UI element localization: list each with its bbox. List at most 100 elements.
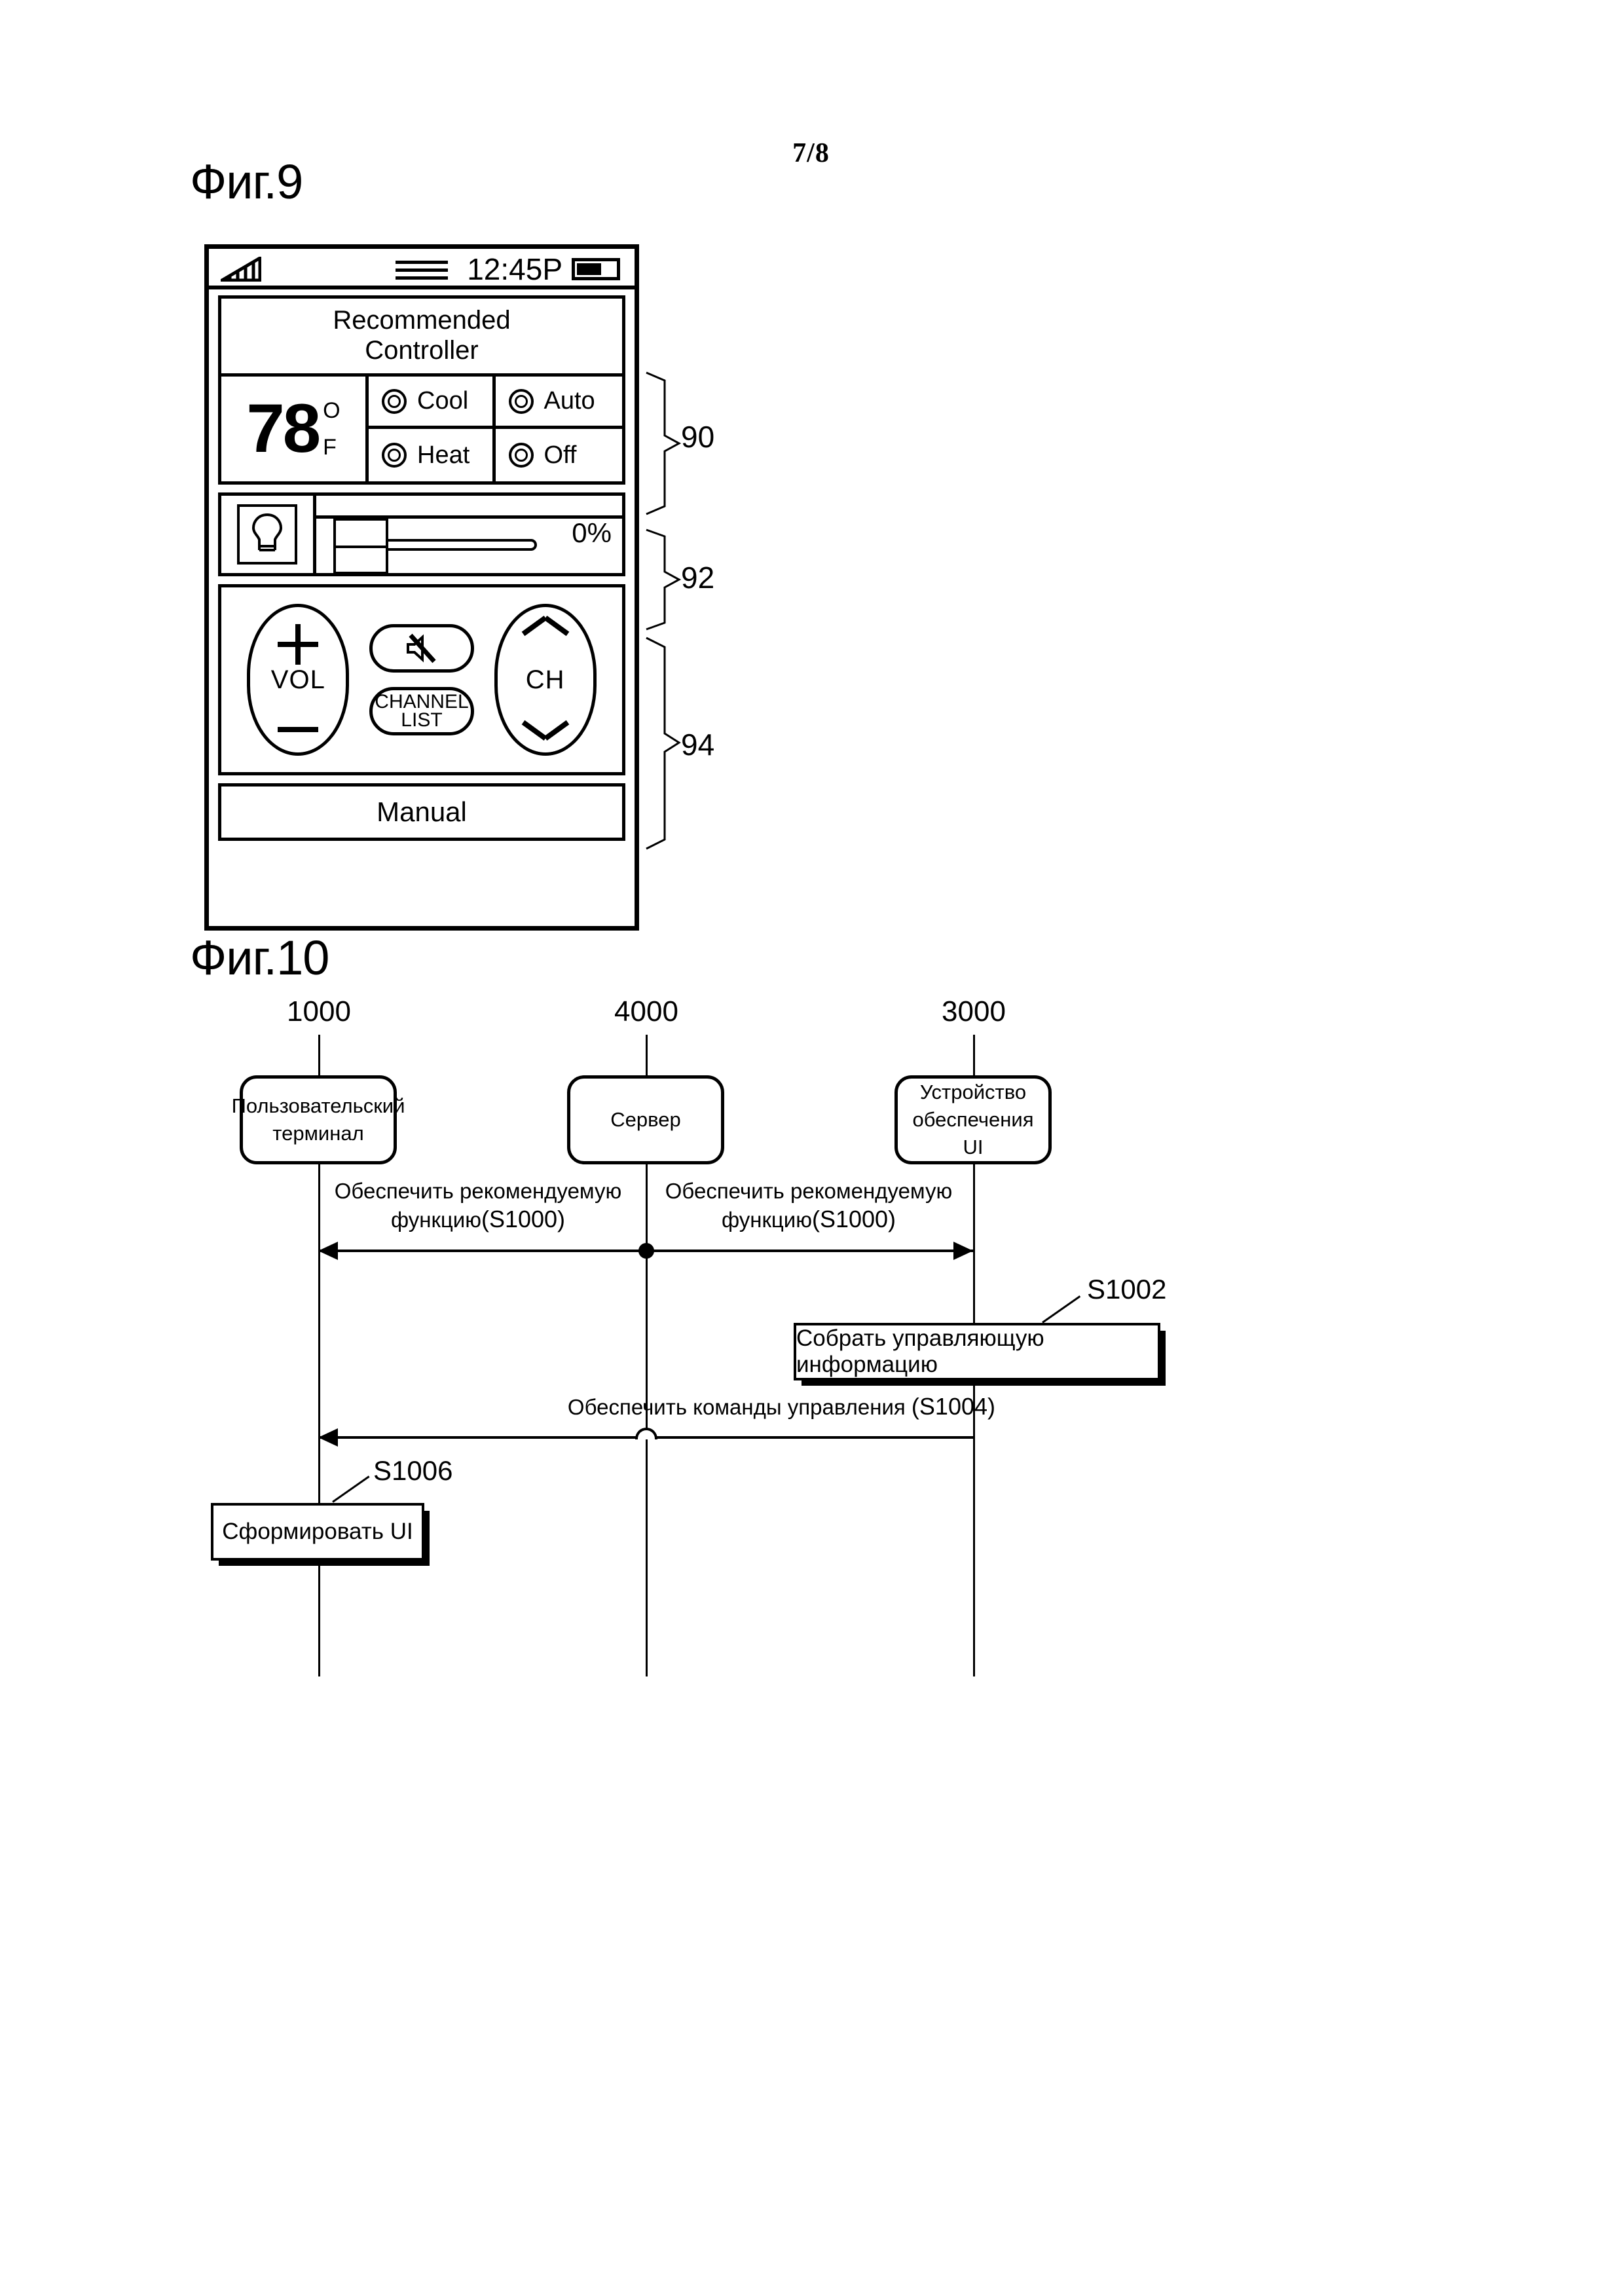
hamburger-menu-icon[interactable]	[396, 261, 448, 280]
channel-list-button[interactable]: CHANNEL LIST	[369, 687, 474, 735]
arrow-head-right	[953, 1242, 973, 1260]
message-label-s1000-left: Обеспечить рекомендуемую функцию(S1000)	[321, 1177, 635, 1234]
reference-number-92: 92	[681, 561, 715, 595]
message-arrow-line-s1004-b	[656, 1436, 973, 1439]
actor-user-terminal: Пользовательский терминал	[232, 1075, 405, 1164]
lane-stub	[646, 1035, 648, 1075]
slider-handle[interactable]	[333, 518, 388, 574]
mode-option-cool[interactable]: Cool	[369, 377, 496, 429]
sequence-diagram: 1000 4000 3000 Пользовательский терминал…	[0, 969, 1622, 1788]
channel-rocker[interactable]: CH	[494, 604, 597, 756]
process-box-s1006: Сформировать UI	[211, 1503, 424, 1561]
temperature-units: O F	[323, 398, 340, 460]
status-bar: 12:45P	[209, 249, 635, 289]
message-arrow-line-s1004-a	[318, 1436, 636, 1439]
lane-number-4000: 4000	[614, 995, 678, 1028]
channel-list-line2: LIST	[401, 709, 443, 731]
thermostat-controller-panel: Recommended Controller 78 O F Cool Auto …	[218, 295, 625, 485]
actor-label-line3: UI	[963, 1135, 984, 1158]
light-icon-cell	[221, 496, 316, 573]
radio-button-icon[interactable]	[508, 388, 534, 414]
radio-button-icon[interactable]	[382, 388, 407, 414]
actor-label-line1: Устройство	[919, 1081, 1027, 1104]
channel-up-button[interactable]	[498, 624, 593, 647]
mode-label-heat: Heat	[417, 441, 470, 469]
volume-label: VOL	[270, 665, 325, 694]
radio-button-icon[interactable]	[382, 443, 407, 468]
phone-screen: Recommended Controller 78 O F Cool Auto …	[209, 289, 635, 935]
temperature-scale: F	[323, 435, 337, 460]
degree-symbol: O	[323, 398, 341, 423]
status-clock: 12:45P	[467, 252, 562, 286]
message-step-s1004: (S1004)	[911, 1393, 995, 1420]
reference-number-94: 94	[681, 728, 715, 762]
brightness-slider[interactable]	[333, 518, 537, 574]
panel-title-line1: Recommended	[333, 306, 511, 335]
message-fork-dot	[638, 1243, 654, 1259]
tv-center-buttons: CHANNEL LIST	[369, 624, 474, 735]
message-arrow-line-s1000-right	[646, 1250, 973, 1252]
mute-button[interactable]	[369, 624, 474, 673]
temperature-display: 78 O F	[221, 377, 369, 481]
leader-line-s1002	[1042, 1295, 1081, 1324]
actor-label-line2: обеспечения	[912, 1108, 1034, 1132]
lifeline-bridge-arc	[635, 1428, 657, 1439]
actor-label-line1: Сервер	[610, 1108, 681, 1132]
mode-label-auto: Auto	[544, 387, 595, 415]
minus-icon	[278, 727, 319, 732]
arrow-head-left	[318, 1428, 338, 1447]
reference-number-90: 90	[681, 420, 715, 454]
chevron-up-icon	[525, 624, 566, 644]
step-tag-s1002: S1002	[1087, 1274, 1167, 1305]
figure-9-caption: Фиг.9	[190, 155, 303, 209]
lane-stub	[318, 1035, 320, 1075]
volume-up-button[interactable]	[250, 624, 346, 668]
arrow-head-left	[318, 1242, 338, 1260]
phone-device-frame: 12:45P Recommended Controller 78 O F Coo…	[204, 244, 639, 931]
temperature-value: 78	[246, 390, 321, 468]
manual-button[interactable]: Manual	[218, 783, 625, 841]
volume-rocker[interactable]: VOL	[247, 604, 350, 756]
message-label-s1000-right: Обеспечить рекомендуемую функцию(S1000)	[652, 1177, 966, 1234]
lane-number-3000: 3000	[942, 995, 1006, 1028]
slider-track[interactable]	[375, 539, 537, 551]
actor-label-line2: терминал	[272, 1122, 364, 1145]
mode-option-auto[interactable]: Auto	[495, 377, 622, 429]
radio-button-icon[interactable]	[508, 443, 534, 468]
message-arrow-line-s1000-left	[318, 1250, 646, 1252]
mute-speaker-icon	[406, 633, 436, 663]
panel-title-line2: Controller	[365, 336, 479, 365]
mode-option-off[interactable]: Off	[496, 429, 623, 481]
brightness-slider-cell: 0%	[316, 496, 622, 574]
message-text-line1: Обеспечить команды управления	[567, 1395, 906, 1419]
message-text-line2: функцию	[390, 1208, 481, 1232]
message-text-line2: функцию	[721, 1208, 812, 1232]
battery-icon	[572, 258, 620, 280]
message-label-s1004: Обеспечить команды управления (S1004)	[419, 1392, 995, 1421]
brightness-percent: 0%	[572, 517, 612, 548]
actor-server: Сервер	[567, 1075, 724, 1164]
process-box-s1002: Собрать управляющую информацию	[794, 1323, 1160, 1380]
light-dimmer-panel: 0%	[218, 492, 625, 576]
plus-icon	[278, 624, 319, 665]
actor-ui-provider: Устройство обеспечения UI	[894, 1075, 1052, 1164]
message-step-s1000: (S1000)	[481, 1206, 566, 1233]
chevron-down-icon	[525, 713, 566, 732]
actor-label-line1: Пользовательский	[231, 1094, 405, 1118]
leader-line-s1006	[332, 1475, 370, 1503]
mode-option-heat[interactable]: Heat	[369, 429, 496, 481]
tv-remote-panel: VOL CHANNEL LIST CH	[218, 584, 625, 775]
step-tag-s1006: S1006	[373, 1455, 453, 1486]
message-text-line1: Обеспечить рекомендуемую	[665, 1179, 953, 1203]
panel-title: Recommended Controller	[221, 299, 622, 377]
lane-number-1000: 1000	[287, 995, 351, 1028]
message-step-s1000: (S1000)	[811, 1206, 896, 1233]
light-bulb-icon[interactable]	[237, 504, 297, 565]
channel-label: CH	[525, 665, 565, 694]
mode-label-off: Off	[544, 441, 577, 469]
volume-down-button[interactable]	[250, 724, 346, 735]
signal-bars-icon	[215, 255, 262, 282]
thermostat-mode-grid: Cool Auto Heat Off	[369, 377, 622, 481]
channel-down-button[interactable]	[498, 713, 593, 735]
message-text-line1: Обеспечить рекомендуемую	[334, 1179, 622, 1203]
